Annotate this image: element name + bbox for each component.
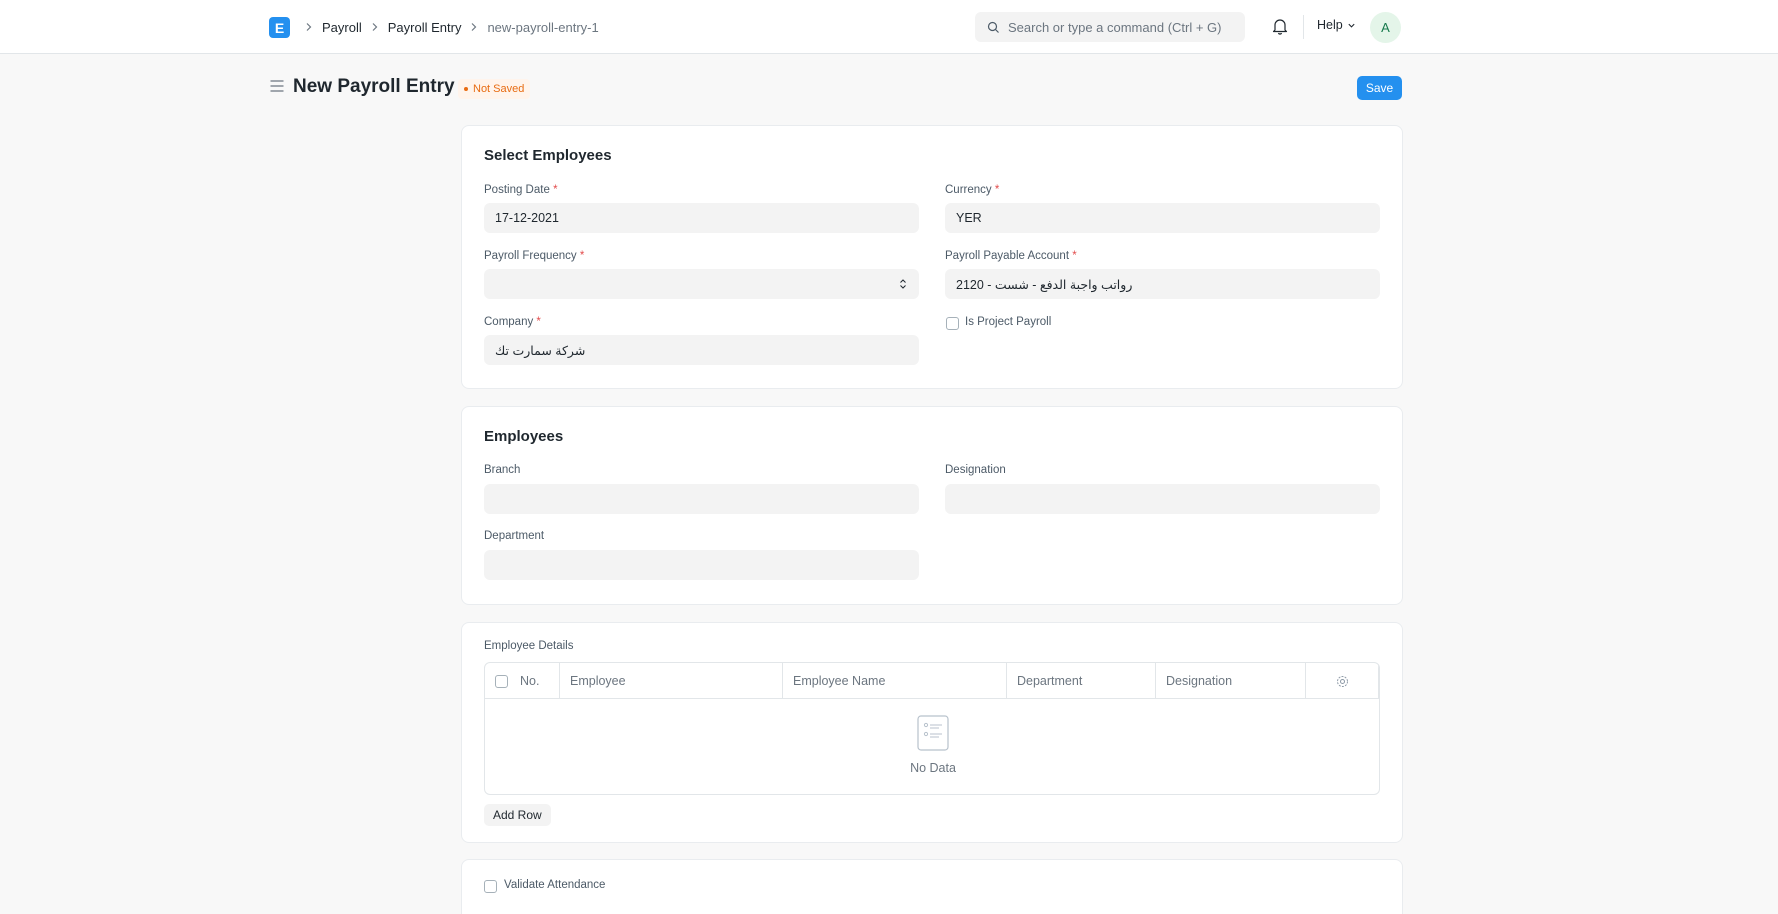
- chevron-down-icon: [1348, 23, 1355, 28]
- sidebar-toggle-icon[interactable]: [270, 80, 284, 95]
- no-data-icon: [485, 715, 1379, 754]
- column-employee[interactable]: Employee: [560, 663, 783, 699]
- section-title: Employees: [484, 428, 564, 445]
- search-icon: [987, 21, 999, 33]
- select-employees-section: Select Employees Posting Date * 17-12-20…: [461, 125, 1403, 389]
- help-dropdown[interactable]: Help: [1317, 18, 1356, 32]
- breadcrumb-payroll-entry[interactable]: Payroll Entry: [388, 20, 462, 35]
- app-logo[interactable]: E: [269, 17, 290, 38]
- navbar: E Payroll Payroll Entry new-payroll-entr…: [0, 0, 1778, 54]
- save-button[interactable]: Save: [1357, 76, 1402, 100]
- no-data-text: No Data: [910, 761, 956, 775]
- employee-details-section: Employee Details No. Employee Employee N…: [461, 622, 1403, 843]
- posting-date-label: Posting Date *: [484, 184, 558, 196]
- breadcrumb-current[interactable]: new-payroll-entry-1: [487, 20, 598, 35]
- payroll-frequency-select[interactable]: [484, 269, 919, 299]
- is-project-payroll-label: Is Project Payroll: [965, 316, 1052, 328]
- payroll-frequency-label: Payroll Frequency *: [484, 250, 585, 262]
- column-department[interactable]: Department: [1007, 663, 1156, 699]
- validate-attendance-section: Validate Attendance: [461, 859, 1403, 914]
- chevron-right-icon: [469, 22, 479, 32]
- employees-section: Employees Branch Designation Department: [461, 406, 1403, 605]
- avatar[interactable]: A: [1370, 12, 1401, 43]
- select-arrows-icon: [900, 279, 906, 289]
- designation-label: Designation: [945, 464, 1006, 476]
- search-bar[interactable]: Search or type a command (Ctrl + G): [975, 12, 1245, 42]
- search-placeholder: Search or type a command (Ctrl + G): [1008, 19, 1222, 35]
- currency-field[interactable]: YER: [945, 203, 1380, 233]
- column-designation[interactable]: Designation: [1156, 663, 1306, 699]
- add-row-button[interactable]: Add Row: [484, 804, 551, 826]
- department-field[interactable]: [484, 550, 919, 580]
- payable-account-label: Payroll Payable Account *: [945, 250, 1077, 262]
- status-dot: [464, 87, 468, 91]
- breadcrumb: Payroll Payroll Entry new-payroll-entry-…: [300, 18, 599, 36]
- header-row-number: No.: [485, 663, 560, 699]
- help-label: Help: [1317, 18, 1343, 32]
- chevron-right-icon: [304, 22, 314, 32]
- notification-bell-icon[interactable]: [1272, 17, 1288, 38]
- employee-details-table: No. Employee Employee Name Department De…: [484, 662, 1380, 795]
- company-field[interactable]: شركة سمارت تك: [484, 335, 919, 365]
- status-badge: Not Saved: [458, 79, 531, 99]
- designation-field[interactable]: [945, 484, 1380, 514]
- employee-details-label: Employee Details: [484, 640, 574, 652]
- posting-date-field[interactable]: 17-12-2021: [484, 203, 919, 233]
- section-title: Select Employees: [484, 147, 612, 164]
- divider: [1303, 15, 1304, 39]
- select-all-checkbox[interactable]: [495, 674, 508, 688]
- payable-account-field[interactable]: 2120 - رواتب واجبة الدفع - شست: [945, 269, 1380, 299]
- branch-field[interactable]: [484, 484, 919, 514]
- column-no: No.: [520, 674, 540, 688]
- page-title: New Payroll Entry: [293, 76, 455, 97]
- table-header: No. Employee Employee Name Department De…: [485, 663, 1379, 699]
- validate-attendance-label: Validate Attendance: [504, 879, 606, 891]
- grid-settings-icon[interactable]: [1306, 663, 1379, 699]
- department-label: Department: [484, 530, 545, 542]
- chevron-right-icon: [370, 22, 380, 32]
- branch-label: Branch: [484, 464, 521, 476]
- status-text: Not Saved: [473, 83, 525, 95]
- validate-attendance-checkbox[interactable]: [484, 880, 497, 893]
- currency-label: Currency *: [945, 184, 1000, 196]
- company-label: Company *: [484, 316, 541, 328]
- column-employee-name[interactable]: Employee Name: [783, 663, 1007, 699]
- is-project-payroll-checkbox[interactable]: [946, 317, 959, 330]
- breadcrumb-payroll[interactable]: Payroll: [322, 20, 362, 35]
